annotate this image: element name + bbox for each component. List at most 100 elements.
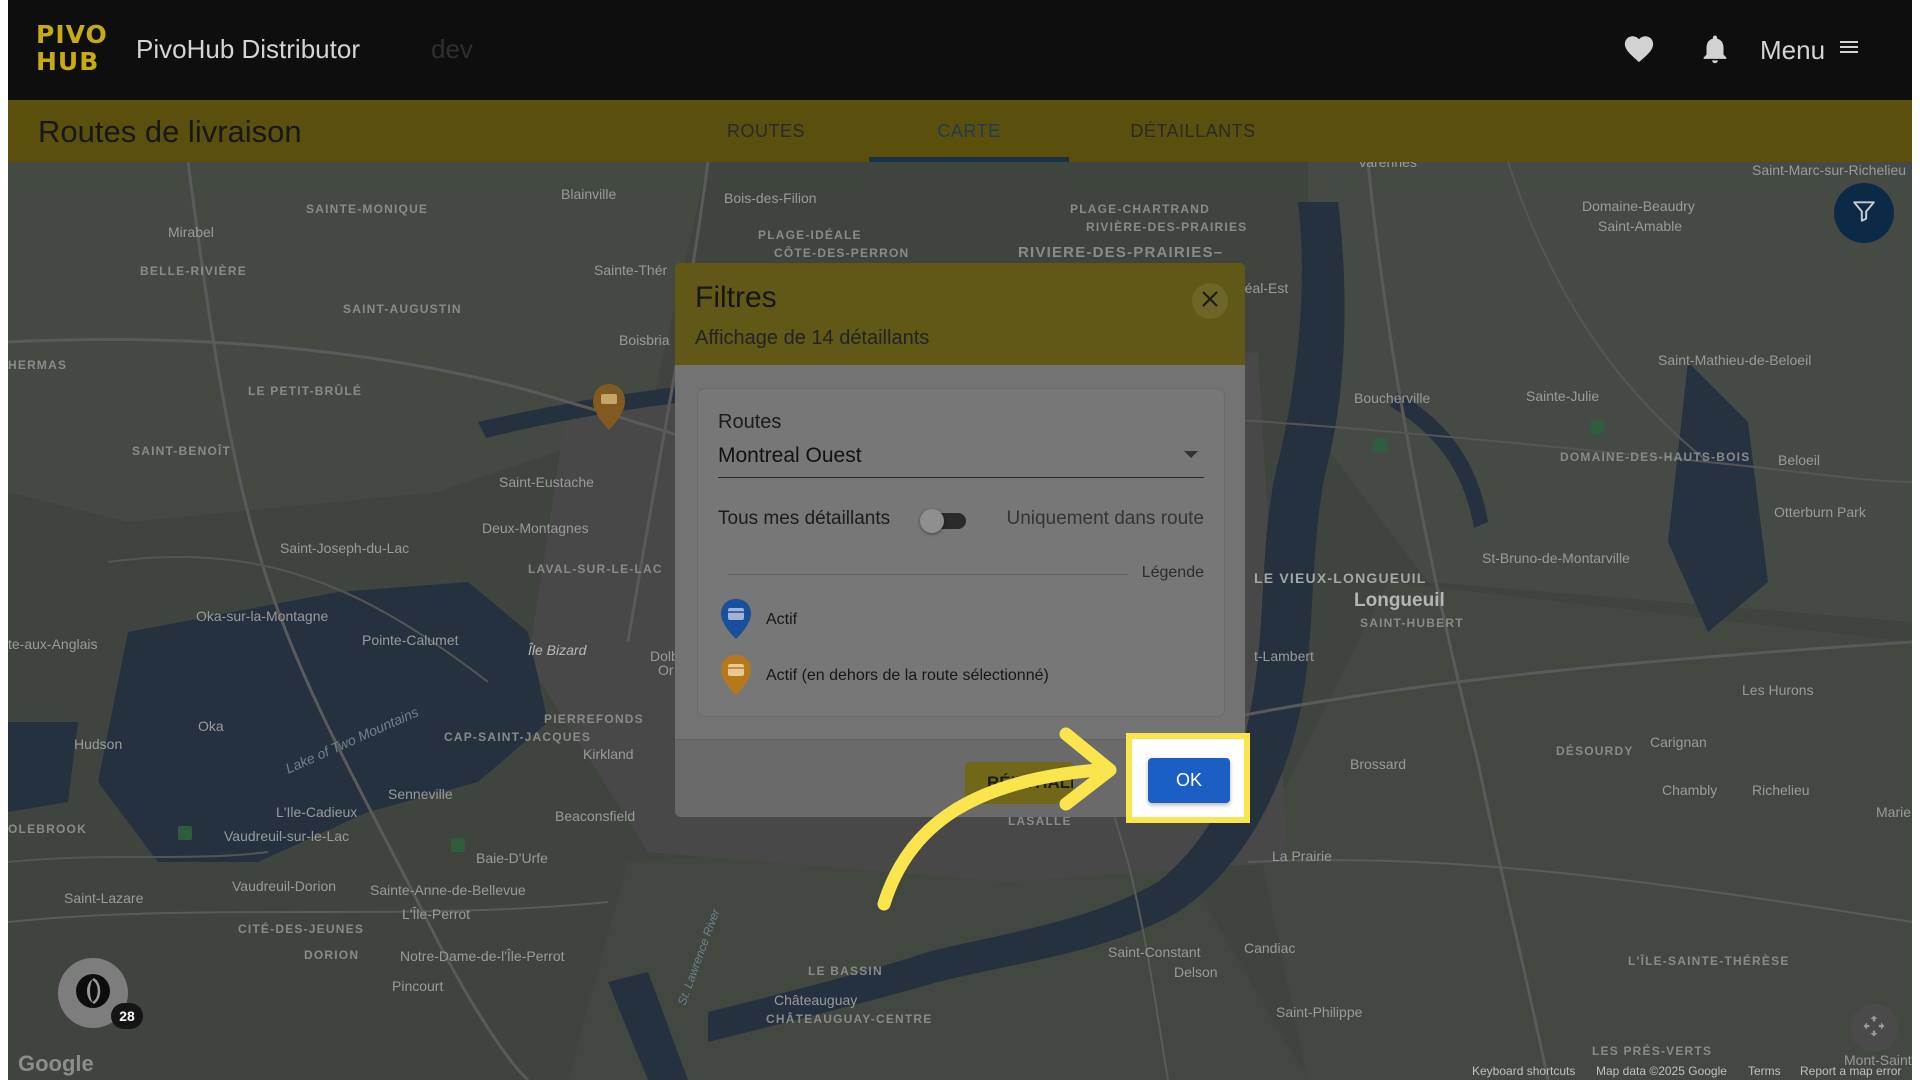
tab-label: DÉTAILLANTS xyxy=(1130,121,1256,141)
map-label: Carignan xyxy=(1650,734,1707,750)
routes-selected-value: Montreal Ouest xyxy=(718,444,862,467)
map-label: LE PETIT-BRÛLÉ xyxy=(248,384,363,398)
map-label: t-Lambert xyxy=(1254,648,1314,664)
menu-label: Menu xyxy=(1760,34,1826,65)
map-label: Boucherville xyxy=(1354,390,1431,406)
map-label: L'Ile-Cadieux xyxy=(276,804,358,820)
map-label: Richelieu xyxy=(1752,782,1810,798)
legend-label: Actif xyxy=(766,611,798,628)
map-filter-button[interactable] xyxy=(1834,183,1894,243)
map-label: L'Île-Perrot xyxy=(402,906,471,922)
toggle-label-all-retailers: Tous mes détaillants xyxy=(718,508,891,529)
map-label: Marie xyxy=(1876,804,1912,820)
ok-button-label: OK xyxy=(1175,770,1202,790)
map-label: Brossard xyxy=(1350,756,1407,772)
tab-label: CARTE xyxy=(937,121,1001,141)
legend-label: Actif (en dehors de la route sélectionné… xyxy=(766,667,1049,684)
legend-item-active-outside-route: Actif (en dehors de la route sélectionné… xyxy=(718,653,1138,697)
close-dialog-button[interactable] xyxy=(1192,283,1228,319)
page-title: Routes de livraison xyxy=(38,114,302,149)
favorites-heart-icon[interactable] xyxy=(1622,32,1656,66)
map-label: Les Hurons xyxy=(1742,682,1814,698)
map-label: HERMAS xyxy=(8,358,68,372)
map-fullscreen-button[interactable] xyxy=(1850,1004,1898,1052)
map-label: St-Bruno-de-Montarville xyxy=(1482,550,1630,566)
ok-button[interactable]: OK xyxy=(1148,758,1230,803)
map-label: Saint-Amable xyxy=(1598,218,1683,234)
map-label: Pointe-Calumet xyxy=(362,632,459,648)
map-label: Saint-Constant xyxy=(1108,944,1201,960)
map-label: Beaconsfield xyxy=(555,808,636,824)
map-label: Candiac xyxy=(1244,940,1296,956)
hamburger-icon xyxy=(1837,35,1861,66)
pivohub-logo[interactable]: PIVO HUB xyxy=(36,22,118,78)
dialog-header: Filtres Affichage de 14 détaillants xyxy=(675,263,1245,365)
close-icon xyxy=(1199,288,1221,315)
tab-routes[interactable]: ROUTES xyxy=(696,100,836,162)
map-label: DOMAINE-DES-HAUTS-BOIS xyxy=(1560,450,1751,464)
legend-item-active: Actif xyxy=(718,597,1118,641)
map-label: SAINT-HUBERT xyxy=(1360,616,1464,630)
map-label: Oka xyxy=(198,718,224,734)
map-label: LAVAL-SUR-LE-LAC xyxy=(528,562,663,576)
tab-carte[interactable]: CARTE xyxy=(869,100,1069,162)
app-title: PivoHub Distributor xyxy=(136,34,360,64)
map-label: réal-Est xyxy=(1240,280,1289,296)
map-label: RIVIÈRE-DES-PRAIRIES xyxy=(1086,220,1248,234)
map-label: Saint-Philippe xyxy=(1276,1004,1363,1020)
keyboard-shortcuts-link[interactable]: Keyboard shortcuts xyxy=(1472,1064,1575,1078)
toggle-label-only-in-route: Uniquement dans route xyxy=(1006,508,1204,529)
map-label: Kirkland xyxy=(583,746,634,762)
blue-store-pin-icon xyxy=(718,597,754,646)
map-label: Domaine-Beaudry xyxy=(1582,198,1695,214)
map-label: PIERREFONDS xyxy=(544,712,644,726)
google-logo: Google xyxy=(18,1051,94,1076)
map-label: SAINT-BENOÎT xyxy=(132,444,232,458)
map-label: Saint-Marc-sur-Richelieu xyxy=(1752,162,1907,178)
map-label: CITÉ-DES-JEUNES xyxy=(238,922,365,936)
map-label: Or xyxy=(658,662,674,678)
map-label: Châteauguay xyxy=(774,992,858,1008)
map-label: Sainte-Anne-de-Bellevue xyxy=(370,882,526,898)
map-label: Saint-Lazare xyxy=(64,890,144,906)
tab-label: ROUTES xyxy=(726,121,805,141)
legend-divider xyxy=(728,574,1128,575)
map-label: LES PRÉS-VERTS xyxy=(1592,1044,1713,1058)
menu-button[interactable]: Menu xyxy=(1760,32,1861,68)
legend-title: Légende xyxy=(1141,564,1204,581)
dropdown-arrow-icon xyxy=(1184,451,1198,458)
map-label: SAINTE-MONIQUE xyxy=(306,202,429,216)
notification-count-badge: 28 xyxy=(111,1003,143,1029)
retailer-scope-switch[interactable] xyxy=(920,509,968,533)
map-label: Senneville xyxy=(388,786,453,802)
logo-text-bottom: HUB xyxy=(36,47,100,76)
map-label: Deux-Montagnes xyxy=(482,520,589,536)
map-label: Hudson xyxy=(74,736,123,752)
logo-text-top: PIVO xyxy=(36,20,108,49)
map-label: Baie-D'Urfe xyxy=(476,850,548,866)
terms-link[interactable]: Terms xyxy=(1748,1064,1781,1078)
map-label: PLAGE-CHARTRAND xyxy=(1070,202,1210,216)
map-label: Île Bizard xyxy=(528,642,587,658)
page-header: Routes de livraison ROUTES CARTE DÉTAILL… xyxy=(8,100,1912,162)
map-label: OLEBROOK xyxy=(8,822,87,836)
routes-select[interactable]: Montreal Ouest xyxy=(718,441,1204,478)
fullscreen-arrows-icon xyxy=(1860,1012,1888,1045)
map-label: Boisbria xyxy=(619,332,670,348)
report-map-error-link[interactable]: Report a map error xyxy=(1800,1064,1901,1078)
map-label: Notre-Dame-de-l'Île-Perrot xyxy=(400,948,565,964)
map-label: Vaudreuil-Dorion xyxy=(232,878,337,894)
map-label: LE VIEUX-LONGUEUIL xyxy=(1254,570,1427,586)
map-label: Saint-Mathieu-de-Beloeil xyxy=(1658,352,1812,368)
map-label: Oka-sur-la-Montagne xyxy=(196,608,329,624)
map-label: Bois-des-Filion xyxy=(724,190,817,206)
notifications-bell-icon[interactable] xyxy=(1698,32,1732,66)
map-label: Mirabel xyxy=(168,224,214,240)
map-label: Vaudreuil-sur-le-Lac xyxy=(224,828,350,844)
map-label: Pincourt xyxy=(392,978,444,994)
orange-store-pin-icon xyxy=(718,653,754,702)
map-label: Blainville xyxy=(561,186,617,202)
map-label: Beloeil xyxy=(1778,452,1821,468)
tab-detaillants[interactable]: DÉTAILLANTS xyxy=(1098,100,1288,162)
filter-funnel-icon xyxy=(1851,198,1877,229)
